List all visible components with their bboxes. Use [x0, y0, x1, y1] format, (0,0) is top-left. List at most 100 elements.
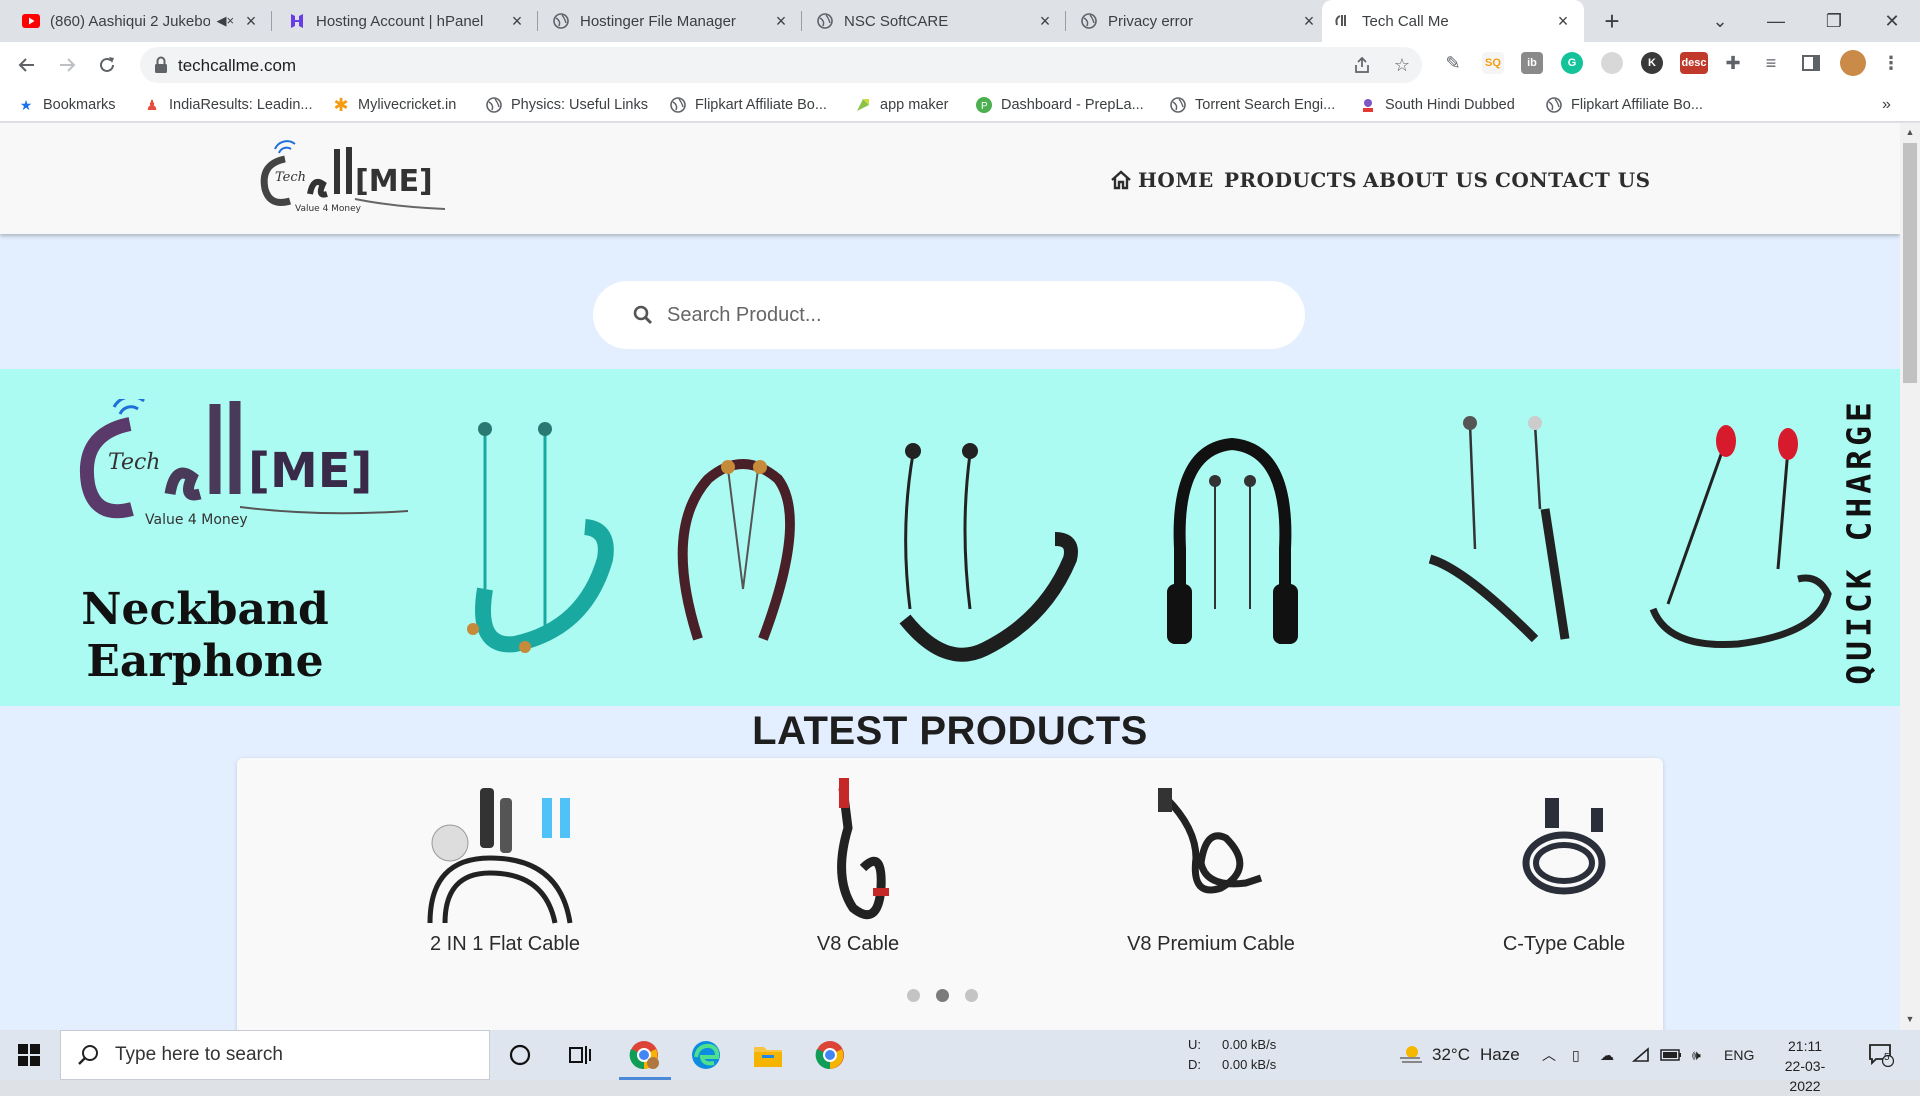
- scroll-down-arrow-icon[interactable]: ▼: [1904, 1014, 1916, 1026]
- bookmark-item[interactable]: Torrent Search Engi...: [1170, 95, 1335, 115]
- browser-toolbar: techcallme.com ☆ ✎ SQ ib G K desc ✚ ≡ ⋮: [0, 42, 1920, 88]
- browser-tab[interactable]: NSC SoftCARE ×: [804, 0, 1066, 42]
- search-input[interactable]: [667, 299, 1267, 331]
- upload-speed: 0.00 kB/s: [1222, 1037, 1277, 1052]
- puzzle-extensions-icon[interactable]: ✚: [1722, 52, 1744, 74]
- globe-icon: [552, 12, 570, 30]
- desc-extension-icon[interactable]: desc: [1680, 52, 1708, 74]
- page-scrollbar[interactable]: ▲ ▼: [1900, 123, 1920, 1030]
- close-tab-icon[interactable]: ×: [242, 11, 260, 31]
- product-name[interactable]: V8 Cable: [708, 933, 1008, 956]
- browser-tab[interactable]: Hostinger File Manager ×: [540, 0, 802, 42]
- url-text[interactable]: techcallme.com: [178, 56, 296, 76]
- product-name[interactable]: V8 Premium Cable: [1061, 933, 1361, 956]
- file-explorer-taskbar-icon[interactable]: [748, 1035, 788, 1075]
- product-card[interactable]: V8 Premium Cable: [1061, 768, 1361, 968]
- cortana-icon[interactable]: [500, 1035, 540, 1075]
- bookmark-item[interactable]: ★ Bookmarks: [18, 95, 116, 115]
- ib-extension-icon[interactable]: ib: [1521, 52, 1543, 74]
- forward-button[interactable]: [52, 50, 82, 80]
- close-window-button[interactable]: ✕: [1864, 0, 1920, 42]
- more-bookmarks-chevron-icon[interactable]: »: [1882, 95, 1891, 115]
- close-tab-icon[interactable]: ×: [772, 11, 790, 31]
- bookmark-item[interactable]: P Dashboard - PrepLa...: [976, 95, 1144, 115]
- nav-home[interactable]: HOME: [1110, 167, 1214, 193]
- scrollbar-thumb[interactable]: [1903, 143, 1917, 383]
- speaker-muted-icon[interactable]: ◀×: [216, 13, 234, 29]
- product-card[interactable]: 2 IN 1 Flat Cable: [355, 768, 655, 968]
- chrome-menu-icon[interactable]: ⋮: [1880, 52, 1902, 74]
- notification-count: 5: [1884, 1052, 1890, 1063]
- maroon-neckband-image: [677, 459, 795, 641]
- techcallme-logo[interactable]: Tech [ME] Value 4 Money: [255, 139, 445, 219]
- hostinger-icon: [288, 12, 306, 30]
- taskbar-clock[interactable]: 21:11 22-03-2022: [1770, 1036, 1840, 1096]
- taskbar-search-box[interactable]: Type here to search: [60, 1030, 490, 1080]
- bookmark-item[interactable]: Flipkart Affiliate Bo...: [1546, 95, 1703, 115]
- language-indicator[interactable]: ENG: [1724, 1030, 1754, 1080]
- task-view-icon[interactable]: [560, 1035, 600, 1075]
- bookmark-item[interactable]: Flipkart Affiliate Bo...: [670, 95, 827, 115]
- edge-taskbar-icon[interactable]: [686, 1035, 726, 1075]
- bookmark-star-icon[interactable]: ☆: [1392, 55, 1412, 75]
- start-button[interactable]: [0, 1030, 58, 1080]
- bookmark-item[interactable]: South Hindi Dubbed: [1360, 95, 1515, 115]
- volume-icon[interactable]: 🕪: [1692, 1030, 1701, 1080]
- new-tab-button[interactable]: +: [1597, 6, 1627, 36]
- product-search-box[interactable]: [593, 281, 1305, 349]
- bookmark-item[interactable]: ♟ IndiaResults: Leadin...: [144, 95, 313, 115]
- k-extension-icon[interactable]: K: [1641, 52, 1663, 74]
- carousel-dot[interactable]: [965, 989, 978, 1002]
- nav-about-us[interactable]: ABOUT US: [1363, 167, 1488, 193]
- browser-tab[interactable]: Hosting Account | hPanel ×: [276, 0, 538, 42]
- bookmark-item[interactable]: ✱ Mylivecricket.in: [333, 95, 456, 115]
- device-icon[interactable]: ▯: [1572, 1030, 1580, 1080]
- wifi-icon[interactable]: [1632, 1030, 1650, 1080]
- nav-products[interactable]: PRODUCTS: [1224, 167, 1357, 193]
- sq-extension-icon[interactable]: SQ: [1482, 52, 1504, 74]
- windows-logo-icon: [18, 1044, 40, 1066]
- weather-widget[interactable]: 32°C Haze: [1398, 1030, 1520, 1080]
- close-tab-icon[interactable]: ×: [1036, 11, 1054, 31]
- browser-tab[interactable]: (860) Aashiqui 2 Jukebo ◀× ×: [10, 0, 272, 42]
- battery-icon[interactable]: [1660, 1030, 1682, 1080]
- notification-center-icon[interactable]: 5: [1868, 1030, 1894, 1080]
- browser-tab-active[interactable]: Tech Call Me ×: [1322, 0, 1584, 42]
- close-tab-icon[interactable]: ×: [1554, 11, 1572, 31]
- back-button[interactable]: [12, 50, 42, 80]
- home-icon: [1111, 170, 1131, 190]
- carousel-dot-active[interactable]: [936, 989, 949, 1002]
- bookmark-item[interactable]: Physics: Useful Links: [486, 95, 648, 115]
- extension-icon[interactable]: [1601, 52, 1623, 74]
- side-panel-icon[interactable]: [1800, 52, 1822, 74]
- network-cloud-icon[interactable]: ☁: [1600, 1030, 1614, 1080]
- share-icon[interactable]: [1352, 55, 1372, 75]
- close-tab-icon[interactable]: ×: [508, 11, 526, 31]
- bookmark-item[interactable]: app maker: [855, 95, 949, 115]
- search-icon[interactable]: [633, 305, 653, 325]
- show-hidden-icons-chevron-icon[interactable]: ︿: [1542, 1030, 1556, 1080]
- profile-avatar[interactable]: [1840, 50, 1866, 76]
- browser-tab[interactable]: Privacy error ×: [1068, 0, 1330, 42]
- reload-button[interactable]: [92, 50, 122, 80]
- grammarly-extension-icon[interactable]: G: [1561, 52, 1583, 74]
- product-name[interactable]: C-Type Cable: [1414, 933, 1714, 956]
- close-tab-icon[interactable]: ×: [1300, 11, 1318, 31]
- scroll-up-arrow-icon[interactable]: ▲: [1904, 127, 1916, 139]
- eyedropper-extension-icon[interactable]: ✎: [1442, 52, 1464, 74]
- chrome-taskbar-icon[interactable]: [810, 1035, 850, 1075]
- globe-icon: [486, 97, 502, 113]
- carousel-dot[interactable]: [907, 989, 920, 1002]
- hero-banner[interactable]: Tech [ME] Value 4 Money Neckband Earphon…: [0, 369, 1900, 706]
- tab-search-chevron-icon[interactable]: ⌄: [1692, 0, 1748, 42]
- restore-button[interactable]: ❐: [1806, 0, 1862, 42]
- media-control-icon[interactable]: ≡: [1760, 52, 1782, 74]
- product-card[interactable]: V8 Cable: [708, 768, 1008, 968]
- chrome-profile-taskbar-icon[interactable]: [619, 1035, 671, 1080]
- nav-contact-us[interactable]: CONTACT US: [1495, 167, 1651, 193]
- product-card[interactable]: C-Type Cable: [1414, 768, 1714, 968]
- lock-icon[interactable]: [154, 56, 172, 74]
- product-name[interactable]: 2 IN 1 Flat Cable: [355, 933, 655, 956]
- address-bar[interactable]: techcallme.com ☆: [140, 47, 1422, 83]
- minimize-button[interactable]: —: [1748, 0, 1804, 42]
